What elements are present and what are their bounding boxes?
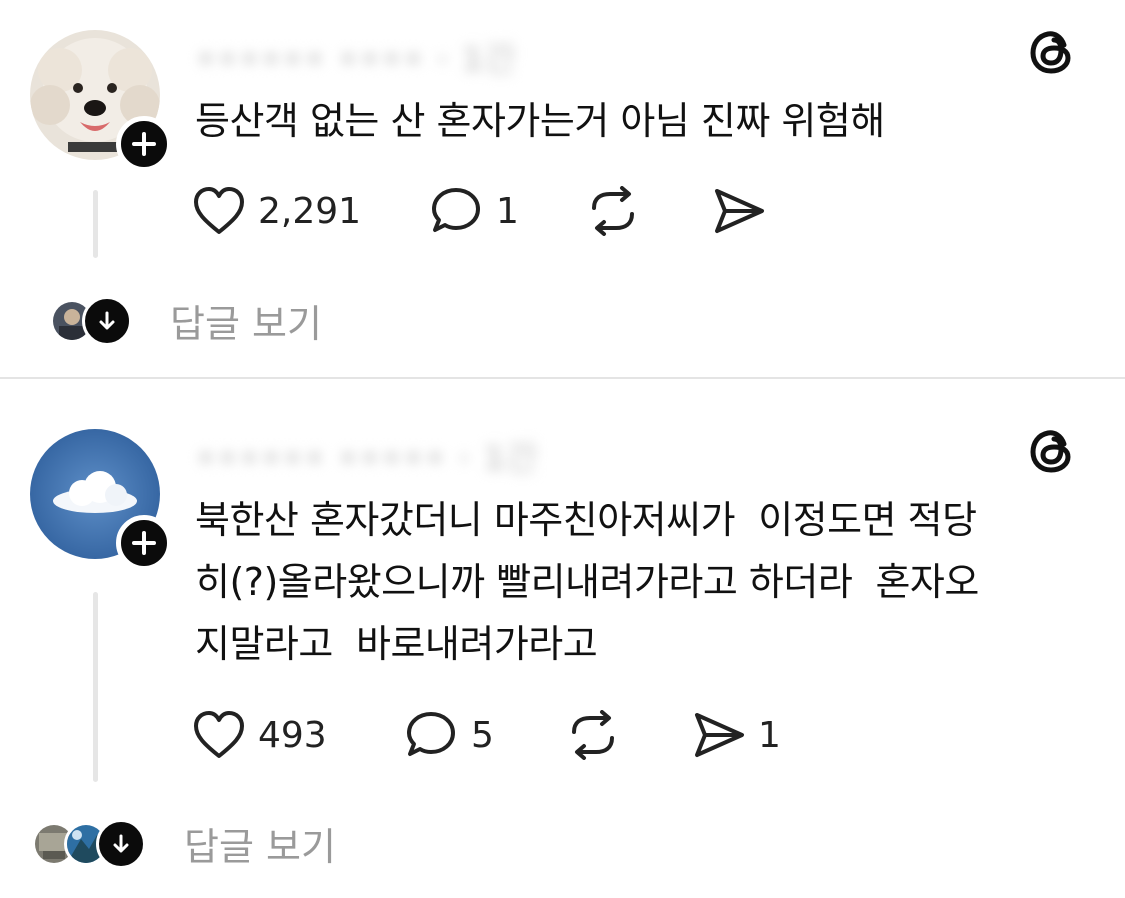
- like-button[interactable]: 493: [192, 710, 327, 760]
- comment-button[interactable]: 1: [430, 186, 519, 236]
- post-2: •••••• ••••• · 1간 북한산 혼자갔더니 마주친아저씨가 이정도면…: [0, 379, 1125, 898]
- share-count: 1: [758, 714, 781, 756]
- view-replies-row[interactable]: 답글 보기: [32, 816, 336, 871]
- comment-count: 5: [471, 714, 494, 756]
- send-icon: [715, 189, 764, 233]
- follow-button[interactable]: [116, 116, 172, 172]
- repost-button[interactable]: [566, 710, 632, 760]
- heart-icon: [194, 187, 244, 234]
- post-text: 등산객 없는 산 혼자가는거 아님 진짜 위험해: [195, 99, 885, 143]
- view-replies-label[interactable]: 답글 보기: [170, 293, 322, 348]
- comment-bubble-icon: [407, 712, 455, 756]
- send-icon: [695, 713, 744, 757]
- follow-button[interactable]: [116, 515, 172, 571]
- plus-icon: [132, 132, 156, 156]
- post-1: •••••• •••• · 1간 등산객 없는 산 혼자가는거 아님 진짜 위험…: [0, 0, 1125, 377]
- thread-line: [93, 190, 98, 258]
- username[interactable]: •••••• •••• · 1간: [195, 32, 516, 81]
- share-button[interactable]: [712, 186, 778, 236]
- comment-count: 1: [496, 190, 519, 232]
- threads-logo-icon[interactable]: [1028, 28, 1076, 80]
- like-count: 2,291: [258, 190, 362, 232]
- like-button[interactable]: 2,291: [192, 186, 361, 236]
- share-button[interactable]: 1: [692, 710, 781, 760]
- plus-icon: [132, 531, 156, 555]
- expand-replies-button[interactable]: [96, 818, 146, 869]
- thread-line: [93, 592, 98, 782]
- comment-button[interactable]: 5: [405, 710, 494, 760]
- repost-button[interactable]: [586, 186, 652, 236]
- threads-logo-icon[interactable]: [1028, 427, 1076, 479]
- post-text: 북한산 혼자갔더니 마주친아저씨가 이정도면 적당 히(?)올라왔으니까 빨리내…: [195, 498, 979, 666]
- expand-replies-button[interactable]: [82, 295, 132, 346]
- view-replies-label[interactable]: 답글 보기: [184, 816, 336, 871]
- like-count: 493: [258, 714, 327, 756]
- comment-bubble-icon: [432, 188, 480, 232]
- arrow-down-icon: [113, 834, 129, 852]
- view-replies-row[interactable]: 답글 보기: [50, 293, 322, 348]
- repost-icon: [572, 710, 614, 760]
- heart-icon: [194, 711, 244, 758]
- arrow-down-icon: [99, 311, 115, 329]
- username[interactable]: •••••• ••••• · 1간: [195, 431, 537, 480]
- repost-icon: [592, 186, 634, 236]
